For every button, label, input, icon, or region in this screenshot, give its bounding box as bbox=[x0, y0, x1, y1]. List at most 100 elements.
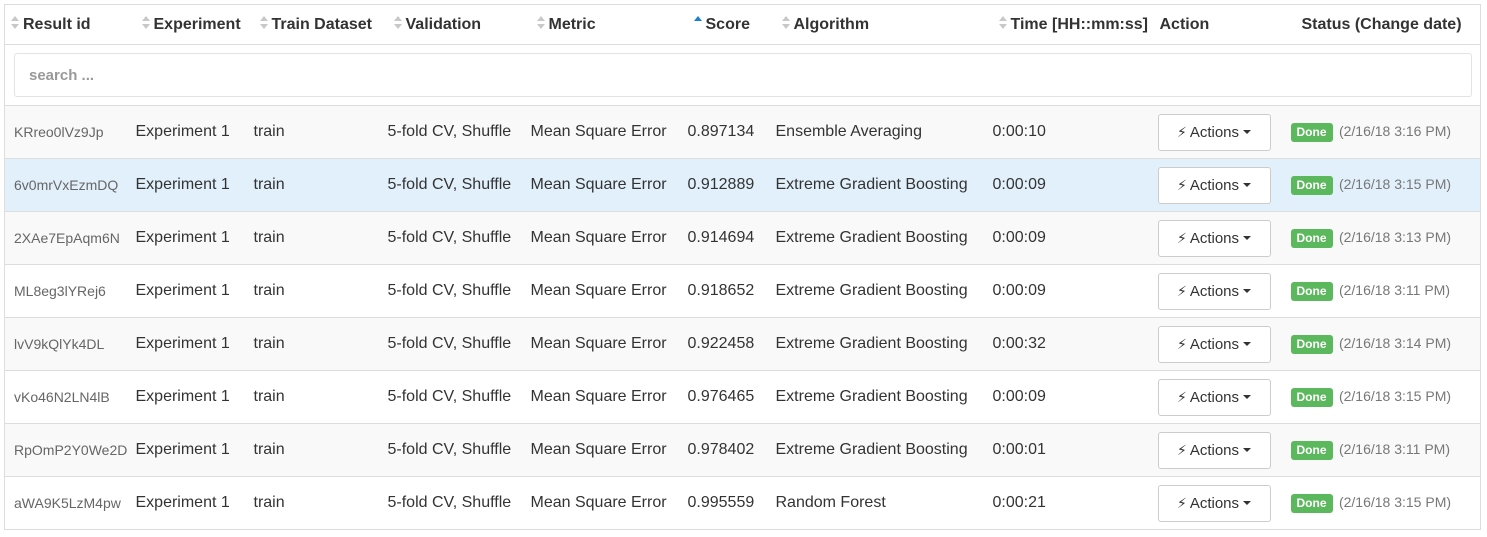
cell-time: 0:00:01 bbox=[992, 423, 1158, 477]
cell-train-dataset: train bbox=[253, 370, 388, 424]
caret-down-icon bbox=[1243, 500, 1252, 505]
cell-result-id: RpOmP2Y0We2D bbox=[4, 423, 136, 477]
column-header-label: Validation bbox=[405, 15, 482, 33]
table-row[interactable]: aWA9K5LzM4pw Experiment 1 train 5-fold CV, … bbox=[4, 476, 1481, 530]
cell-action: ⚡︎ Actions bbox=[1157, 317, 1290, 371]
table-row[interactable]: lvV9kQlYk4DL Experiment 1 train 5-fold CV, … bbox=[4, 317, 1481, 371]
status-badge: Done bbox=[1290, 493, 1333, 513]
sort-icon[interactable] bbox=[998, 15, 1008, 30]
status-badge: Done bbox=[1290, 281, 1333, 301]
table-header-row: Result id Experiment Train Dataset Validati… bbox=[4, 4, 1481, 45]
column-header-inner: Validation bbox=[388, 15, 482, 33]
actions-button-label: Actions bbox=[1189, 123, 1240, 141]
column-header-label: Algorithm bbox=[793, 15, 870, 33]
bolt-icon: ⚡︎ bbox=[1176, 494, 1187, 511]
sort-icon[interactable] bbox=[11, 15, 20, 30]
sort-icon[interactable] bbox=[781, 15, 791, 30]
actions-dropdown-button[interactable]: ⚡︎ Actions bbox=[1157, 484, 1271, 522]
cell-validation: 5-fold CV, Shuffle bbox=[387, 370, 531, 424]
table-row[interactable]: KRreo0lVz9Jp Experiment 1 train 5-fold CV, … bbox=[4, 105, 1481, 159]
sort-ascending-icon[interactable] bbox=[693, 15, 703, 30]
cell-train-dataset: train bbox=[253, 317, 388, 371]
cell-time: 0:00:21 bbox=[992, 476, 1158, 530]
cell-validation: 5-fold CV, Shuffle bbox=[387, 158, 531, 212]
table-row[interactable]: 6v0mrVxEzmDQ Experiment 1 train 5-fold CV, … bbox=[4, 158, 1481, 212]
actions-dropdown-button[interactable]: ⚡︎ Actions bbox=[1157, 113, 1271, 151]
cell-validation: 5-fold CV, Shuffle bbox=[387, 317, 531, 371]
column-header-time[interactable]: Time [HH::mm:ss] bbox=[992, 4, 1158, 45]
caret-down-icon bbox=[1243, 447, 1252, 452]
sort-icon[interactable] bbox=[259, 15, 269, 30]
cell-result-id: KRreo0lVz9Jp bbox=[4, 105, 136, 159]
search-input[interactable] bbox=[14, 53, 1472, 97]
actions-dropdown-button[interactable]: ⚡︎ Actions bbox=[1157, 272, 1271, 310]
column-header-experiment[interactable]: Experiment bbox=[135, 4, 254, 45]
caret-down-icon bbox=[1243, 288, 1252, 293]
caret-down-icon bbox=[1243, 394, 1252, 399]
caret-down-icon bbox=[1243, 341, 1252, 346]
actions-dropdown-button[interactable]: ⚡︎ Actions bbox=[1157, 166, 1271, 204]
table-row[interactable]: vKo46N2LN4lB Experiment 1 train 5-fold CV, … bbox=[4, 370, 1481, 424]
cell-result-id: aWA9K5LzM4pw bbox=[4, 476, 136, 530]
status-badge: Done bbox=[1290, 175, 1333, 195]
cell-action: ⚡︎ Actions bbox=[1157, 423, 1290, 477]
cell-status: Done (2/16/18 3:15 PM) bbox=[1289, 158, 1481, 212]
column-header-inner: Time [HH::mm:ss] bbox=[993, 15, 1148, 33]
cell-status: Done (2/16/18 3:11 PM) bbox=[1289, 264, 1481, 318]
status-badge: Done bbox=[1290, 122, 1333, 142]
cell-action: ⚡︎ Actions bbox=[1157, 264, 1290, 318]
column-header-train-dataset[interactable]: Train Dataset bbox=[253, 4, 388, 45]
status-change-date: (2/16/18 3:15 PM) bbox=[1338, 493, 1452, 510]
status-change-date: (2/16/18 3:16 PM) bbox=[1338, 122, 1452, 139]
actions-dropdown-button[interactable]: ⚡︎ Actions bbox=[1157, 378, 1271, 416]
results-table: Result id Experiment Train Dataset Validati… bbox=[4, 4, 1481, 530]
actions-button-label: Actions bbox=[1189, 229, 1240, 247]
table-row[interactable]: 2XAe7EpAqm6N Experiment 1 train 5-fold CV, … bbox=[4, 211, 1481, 265]
cell-score: 0.995559 bbox=[687, 476, 776, 530]
column-header-validation[interactable]: Validation bbox=[387, 4, 531, 45]
status-badge: Done bbox=[1290, 440, 1333, 460]
cell-algorithm: Extreme Gradient Boosting bbox=[775, 264, 993, 318]
column-header-inner: Status (Change date) bbox=[1290, 16, 1462, 33]
results-table-container: Result id Experiment Train Dataset Validati… bbox=[4, 4, 1481, 530]
status-change-date: (2/16/18 3:15 PM) bbox=[1338, 387, 1452, 404]
cell-score: 0.978402 bbox=[687, 423, 776, 477]
column-header-label: Status (Change date) bbox=[1301, 15, 1462, 33]
column-header-result-id[interactable]: Result id bbox=[4, 4, 136, 45]
cell-result-id: ML8eg3lYRej6 bbox=[4, 264, 136, 318]
bolt-icon: ⚡︎ bbox=[1176, 176, 1187, 193]
column-header-metric[interactable]: Metric bbox=[530, 4, 688, 45]
column-header-score[interactable]: Score bbox=[687, 4, 776, 45]
cell-metric: Mean Square Error bbox=[530, 317, 688, 371]
cell-metric: Mean Square Error bbox=[530, 264, 688, 318]
cell-train-dataset: train bbox=[253, 105, 388, 159]
cell-time: 0:00:10 bbox=[992, 105, 1158, 159]
cell-action: ⚡︎ Actions bbox=[1157, 158, 1290, 212]
actions-button-label: Actions bbox=[1189, 176, 1240, 194]
table-row[interactable]: ML8eg3lYRej6 Experiment 1 train 5-fold CV, … bbox=[4, 264, 1481, 318]
cell-result-id: lvV9kQlYk4DL bbox=[4, 317, 136, 371]
cell-score: 0.976465 bbox=[687, 370, 776, 424]
cell-validation: 5-fold CV, Shuffle bbox=[387, 105, 531, 159]
actions-button-label: Actions bbox=[1189, 494, 1240, 512]
actions-dropdown-button[interactable]: ⚡︎ Actions bbox=[1157, 325, 1271, 363]
cell-algorithm: Random Forest bbox=[775, 476, 993, 530]
sort-icon[interactable] bbox=[393, 15, 403, 30]
bolt-icon: ⚡︎ bbox=[1176, 282, 1187, 299]
status-badge: Done bbox=[1290, 387, 1333, 407]
column-header-inner: Score bbox=[688, 15, 750, 33]
table-row[interactable]: RpOmP2Y0We2D Experiment 1 train 5-fold CV, … bbox=[4, 423, 1481, 477]
sort-icon[interactable] bbox=[141, 15, 151, 30]
cell-action: ⚡︎ Actions bbox=[1157, 476, 1290, 530]
actions-dropdown-button[interactable]: ⚡︎ Actions bbox=[1157, 431, 1271, 469]
cell-validation: 5-fold CV, Shuffle bbox=[387, 264, 531, 318]
actions-dropdown-button[interactable]: ⚡︎ Actions bbox=[1157, 219, 1271, 257]
sort-icon[interactable] bbox=[536, 15, 546, 30]
cell-experiment: Experiment 1 bbox=[135, 370, 254, 424]
cell-metric: Mean Square Error bbox=[530, 423, 688, 477]
cell-validation: 5-fold CV, Shuffle bbox=[387, 476, 531, 530]
cell-status: Done (2/16/18 3:13 PM) bbox=[1289, 211, 1481, 265]
cell-metric: Mean Square Error bbox=[530, 370, 688, 424]
column-header-algorithm[interactable]: Algorithm bbox=[775, 4, 993, 45]
actions-button-label: Actions bbox=[1189, 388, 1240, 406]
